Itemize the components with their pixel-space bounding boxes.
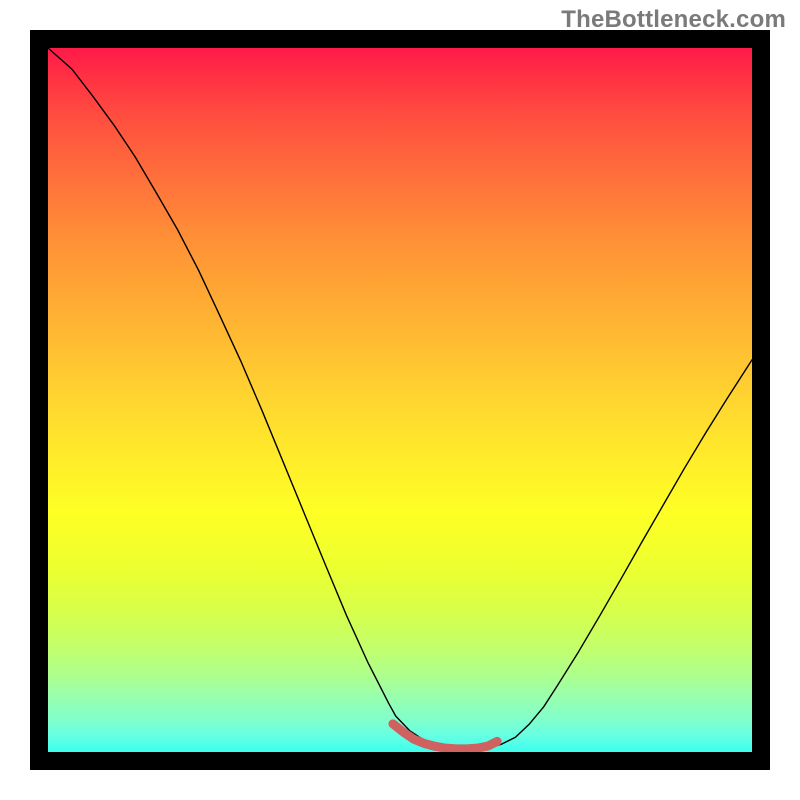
chart-curves bbox=[48, 48, 752, 752]
sweet-spot-marker bbox=[393, 724, 497, 749]
chart-frame bbox=[30, 30, 770, 770]
bottleneck-curve bbox=[48, 48, 752, 749]
chart-plot-area bbox=[48, 48, 752, 752]
watermark-text: TheBottleneck.com bbox=[561, 6, 786, 34]
